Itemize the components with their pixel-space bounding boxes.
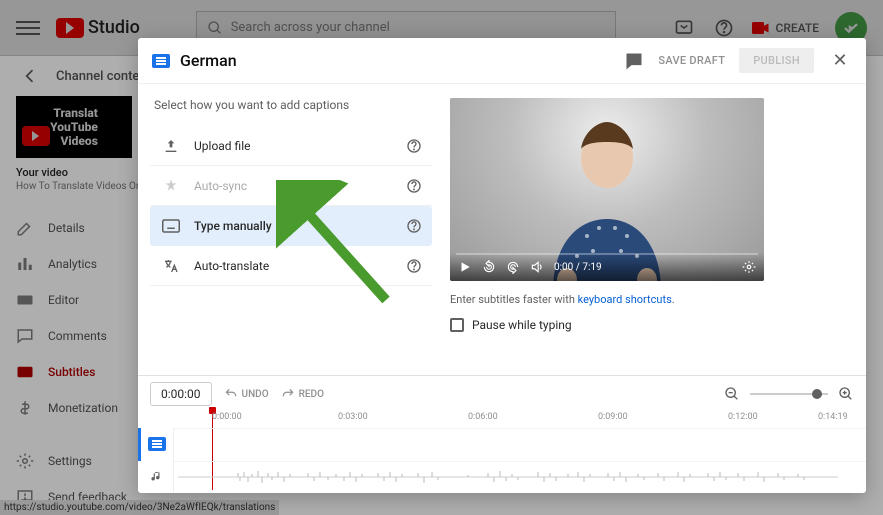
waveform (178, 470, 838, 484)
undo-icon (224, 387, 238, 401)
checkbox-icon[interactable] (450, 318, 464, 332)
zoom-out-icon[interactable] (724, 386, 740, 402)
audio-track-icon[interactable] (138, 461, 173, 494)
help-icon[interactable] (406, 218, 422, 234)
option-auto-sync: Auto-sync (150, 166, 432, 206)
audio-track[interactable] (174, 461, 866, 494)
caption-method-panel: Select how you want to add captions Uplo… (138, 84, 444, 375)
volume-icon[interactable] (530, 260, 544, 274)
option-upload-file[interactable]: Upload file (150, 126, 432, 166)
caption-track-icon[interactable] (138, 428, 173, 461)
replay-icon[interactable] (482, 260, 496, 274)
timeline-panel: 0:00:00 UNDO REDO 0:00:00 0:03:00 0:06:0… (138, 375, 866, 493)
help-icon[interactable] (406, 178, 422, 194)
keyboard-icon (162, 219, 180, 233)
keyboard-shortcuts-link[interactable]: keyboard shortcuts (578, 293, 672, 306)
play-icon[interactable] (458, 260, 472, 274)
modal-title: German (180, 51, 624, 70)
auto-sync-icon (162, 178, 180, 194)
option-type-manually[interactable]: Type manually (150, 206, 432, 246)
help-icon[interactable] (406, 258, 422, 274)
timeline-ruler[interactable]: 0:00:00 0:03:00 0:06:00 0:09:00 0:12:00 … (178, 412, 854, 428)
publish-button: PUBLISH (739, 48, 814, 73)
forward-icon[interactable] (506, 260, 520, 274)
save-draft-button[interactable]: SAVE DRAFT (658, 54, 725, 67)
subtitles-modal: German SAVE DRAFT PUBLISH ✕ Select how y… (138, 38, 866, 493)
prompt-text: Select how you want to add captions (154, 98, 432, 112)
caption-track[interactable] (174, 428, 866, 461)
zoom-slider[interactable] (750, 393, 828, 395)
progress-bar[interactable] (456, 253, 758, 255)
gear-icon[interactable] (742, 260, 756, 274)
redo-icon (281, 387, 295, 401)
upload-icon (162, 138, 180, 154)
modal-header: German SAVE DRAFT PUBLISH ✕ (138, 38, 866, 84)
option-auto-translate[interactable]: Auto-translate (150, 246, 432, 286)
undo-button[interactable]: UNDO (224, 387, 269, 401)
pause-while-typing[interactable]: Pause while typing (450, 318, 852, 332)
current-time-input[interactable]: 0:00:00 (150, 382, 212, 406)
video-preview[interactable]: 0:00 / 7:19 (450, 98, 764, 281)
feedback-icon[interactable] (624, 51, 644, 71)
video-controls: 0:00 / 7:19 (450, 253, 764, 281)
keyboard-shortcuts-tip: Enter subtitles faster with keyboard sho… (450, 293, 852, 306)
redo-button[interactable]: REDO (281, 387, 324, 401)
subtitles-icon (152, 54, 170, 68)
video-time: 0:00 / 7:19 (554, 262, 602, 273)
close-button[interactable]: ✕ (828, 50, 852, 71)
help-icon[interactable] (406, 138, 422, 154)
translate-icon (162, 258, 180, 274)
zoom-in-icon[interactable] (838, 386, 854, 402)
